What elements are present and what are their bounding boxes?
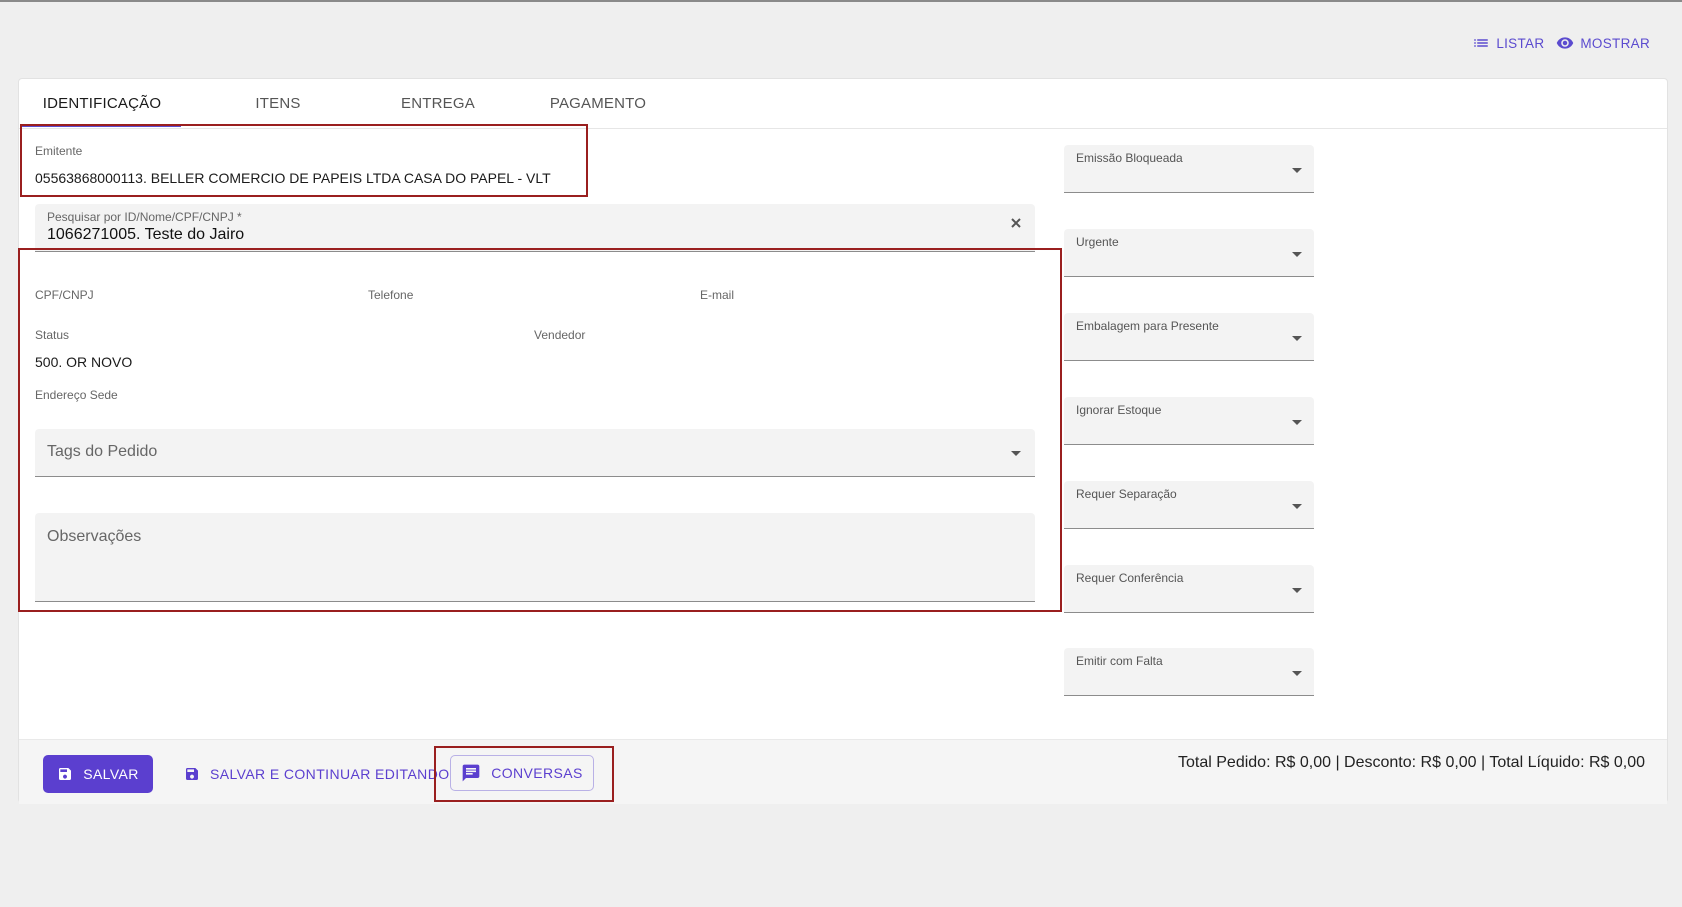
active-tab-indicator	[21, 125, 181, 127]
select-embalagem-presente-label: Embalagem para Presente	[1076, 319, 1219, 333]
conversations-button[interactable]: CONVERSAS	[450, 755, 594, 791]
save-continue-button-label: SALVAR E CONTINUAR EDITANDO	[210, 766, 450, 782]
status-label: Status	[35, 328, 70, 342]
select-ignorar-estoque-label: Ignorar Estoque	[1076, 403, 1162, 417]
chevron-down-icon	[1292, 671, 1302, 676]
phone-label: Telefone	[368, 288, 414, 302]
tags-select[interactable]: Tags do Pedido	[35, 429, 1035, 477]
select-requer-conferencia-label: Requer Conferência	[1076, 571, 1184, 585]
chevron-down-icon	[1292, 336, 1302, 341]
select-requer-separacao-label: Requer Separação	[1076, 487, 1177, 501]
select-emissao-bloqueada-label: Emissão Bloqueada	[1076, 151, 1183, 165]
save-icon	[186, 768, 198, 780]
top-actions: LISTAR MOSTRAR	[1472, 34, 1650, 52]
select-embalagem-presente[interactable]: Embalagem para Presente	[1064, 313, 1314, 361]
chevron-down-icon	[1011, 451, 1021, 456]
select-requer-separacao[interactable]: Requer Separação	[1064, 481, 1314, 529]
save-button[interactable]: SALVAR	[43, 755, 153, 793]
emitente-label: Emitente	[35, 144, 83, 158]
email-label: E-mail	[700, 288, 735, 302]
select-requer-conferencia[interactable]: Requer Conferência	[1064, 565, 1314, 613]
select-urgente-label: Urgente	[1076, 235, 1119, 249]
save-continue-button[interactable]: SALVAR E CONTINUAR EDITANDO	[184, 755, 450, 793]
select-emissao-bloqueada[interactable]: Emissão Bloqueada	[1064, 145, 1314, 193]
save-icon	[59, 768, 72, 780]
emitente-value: 05563868000113. BELLER COMERCIO DE PAPEI…	[35, 170, 551, 186]
tab-bar: IDENTIFICAÇÃO ITENS ENTREGA PAGAMENTO	[19, 79, 1667, 129]
show-button-label: MOSTRAR	[1580, 35, 1650, 51]
save-button-label: SALVAR	[83, 766, 139, 782]
tab-identificacao[interactable]: IDENTIFICAÇÃO	[27, 79, 177, 128]
client-search-field[interactable]: Pesquisar por ID/Nome/CPF/CNPJ * 1066271…	[35, 204, 1035, 252]
tab-itens[interactable]: ITENS	[214, 79, 342, 128]
seller-label: Vendedor	[534, 328, 586, 342]
cpf-cnpj-label: CPF/CNPJ	[35, 288, 94, 302]
client-search-label: Pesquisar por ID/Nome/CPF/CNPJ *	[47, 210, 242, 224]
conversations-button-label: CONVERSAS	[491, 765, 583, 781]
chevron-down-icon	[1292, 588, 1302, 593]
select-urgente[interactable]: Urgente	[1064, 229, 1314, 277]
tags-placeholder: Tags do Pedido	[47, 443, 158, 460]
observacoes-textarea[interactable]: Observações	[35, 513, 1035, 602]
list-button-label: LISTAR	[1496, 35, 1545, 51]
top-border	[0, 0, 1682, 2]
select-emitir-com-falta-label: Emitir com Falta	[1076, 654, 1163, 668]
chevron-down-icon	[1292, 420, 1302, 425]
observacoes-placeholder: Observações	[47, 528, 142, 545]
clear-icon[interactable]	[1009, 216, 1023, 230]
form-footer: SALVAR SALVAR E CONTINUAR EDITANDO CONVE…	[19, 739, 1667, 804]
chat-icon	[462, 764, 480, 782]
list-button[interactable]: LISTAR	[1472, 34, 1544, 52]
order-totals: Total Pedido: R$ 0,00 | Desconto: R$ 0,0…	[1178, 754, 1645, 771]
list-icon	[1474, 39, 1489, 47]
select-ignorar-estoque[interactable]: Ignorar Estoque	[1064, 397, 1314, 445]
address-label: Endereço Sede	[35, 388, 118, 402]
tab-entrega[interactable]: ENTREGA	[369, 79, 507, 128]
order-form-card: IDENTIFICAÇÃO ITENS ENTREGA PAGAMENTO Em…	[18, 78, 1668, 804]
chevron-down-icon	[1292, 504, 1302, 509]
chevron-down-icon	[1292, 168, 1302, 173]
select-emitir-com-falta[interactable]: Emitir com Falta	[1064, 648, 1314, 696]
emitente-highlight-box	[20, 124, 588, 197]
show-button[interactable]: MOSTRAR	[1556, 34, 1650, 52]
client-search-value: 1066271005. Teste do Jairo	[47, 226, 245, 243]
tab-pagamento[interactable]: PAGAMENTO	[527, 79, 669, 128]
chevron-down-icon	[1292, 252, 1302, 257]
status-value: 500. OR NOVO	[35, 354, 133, 370]
eye-icon	[1557, 37, 1574, 49]
